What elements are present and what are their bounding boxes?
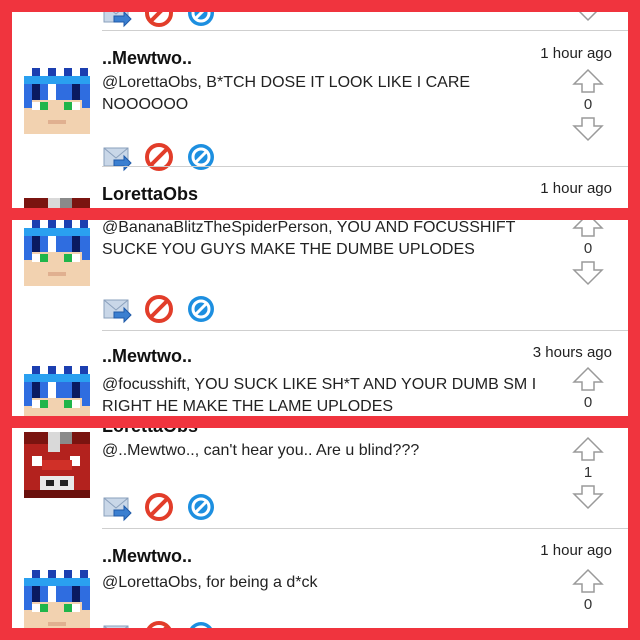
post-username[interactable]: ..Mewtwo.. (102, 48, 192, 69)
mute-icon[interactable] (186, 142, 216, 172)
screenshot-panel-1: ..Mewtwo.. 1 hour ago @LorettaObs, B*TCH… (12, 12, 628, 208)
vote-count: 0 (583, 394, 593, 411)
post-actions (102, 492, 228, 522)
mail-reply-icon[interactable] (102, 142, 132, 172)
post-vote-top (572, 12, 604, 22)
post-message: @LorettaObs, B*TCH DOSE IT LOOK LIKE I C… (102, 74, 471, 113)
post-username[interactable]: ..Mewtwo.. (102, 546, 192, 567)
post-actions-top (102, 12, 228, 28)
screenshot-panel-3: LorettaObs @..Mewtwo.., can't hear you..… (12, 428, 628, 628)
mute-icon[interactable] (186, 12, 216, 28)
upvote-icon[interactable] (572, 366, 604, 392)
mute-icon[interactable] (186, 294, 216, 324)
post-vote: 0 (572, 220, 604, 286)
downvote-icon[interactable] (572, 116, 604, 142)
block-icon[interactable] (144, 620, 174, 628)
vote-count: 1 (583, 464, 593, 481)
post-actions (102, 620, 228, 628)
avatar[interactable] (24, 570, 90, 628)
block-icon[interactable] (144, 12, 174, 28)
mute-icon[interactable] (186, 620, 216, 628)
vote-count: 0 (583, 240, 593, 257)
vote-count: 0 (583, 596, 593, 613)
post-actions (102, 142, 228, 172)
avatar[interactable] (24, 198, 90, 208)
block-icon[interactable] (144, 294, 174, 324)
upvote-icon[interactable] (572, 436, 604, 462)
upvote-icon[interactable] (572, 568, 604, 594)
divider (102, 330, 628, 331)
post-username[interactable]: ..Mewtwo.. (102, 346, 192, 367)
post-actions (102, 294, 228, 324)
post-vote: 0 (572, 366, 604, 414)
mail-reply-icon[interactable] (102, 294, 132, 324)
divider (102, 166, 628, 167)
avatar[interactable] (24, 432, 90, 498)
downvote-icon[interactable] (572, 260, 604, 286)
post-message: @LorettaObs, for being a d*ck (102, 574, 318, 591)
divider (102, 528, 628, 529)
post-time: 1 hour ago (540, 45, 612, 62)
mail-reply-icon[interactable] (102, 492, 132, 522)
block-icon[interactable] (144, 492, 174, 522)
divider (102, 30, 628, 31)
post-username[interactable]: LorettaObs (102, 184, 198, 205)
post-message: @focusshift, YOU SUCK LIKE SH*T AND YOUR… (102, 376, 537, 415)
post-vote: 1 (572, 436, 604, 510)
post-username-partial[interactable]: LorettaObs (102, 428, 198, 437)
mail-reply-icon[interactable] (102, 620, 132, 628)
avatar[interactable] (24, 220, 90, 286)
downvote-icon[interactable] (572, 484, 604, 510)
post-message: @..Mewtwo.., can't hear you.. Are u blin… (102, 442, 420, 459)
avatar[interactable] (24, 366, 90, 416)
upvote-icon[interactable] (572, 220, 604, 238)
post-vote: 0 (572, 68, 604, 142)
post-message: @BananaBlitzTheSpiderPerson, YOU AND FOC… (102, 220, 516, 258)
post-time: 1 hour ago (540, 180, 612, 197)
vote-count: 0 (583, 96, 593, 113)
mail-reply-icon[interactable] (102, 12, 132, 28)
post-time: 3 hours ago (532, 344, 612, 361)
upvote-icon[interactable] (572, 68, 604, 94)
block-icon[interactable] (144, 142, 174, 172)
post-time: 1 hour ago (540, 542, 612, 559)
avatar[interactable] (24, 68, 90, 134)
downvote-icon[interactable] (572, 12, 604, 22)
post-vote: 0 (572, 568, 604, 616)
screenshot-panel-2: @BananaBlitzTheSpiderPerson, YOU AND FOC… (12, 220, 628, 416)
mute-icon[interactable] (186, 492, 216, 522)
